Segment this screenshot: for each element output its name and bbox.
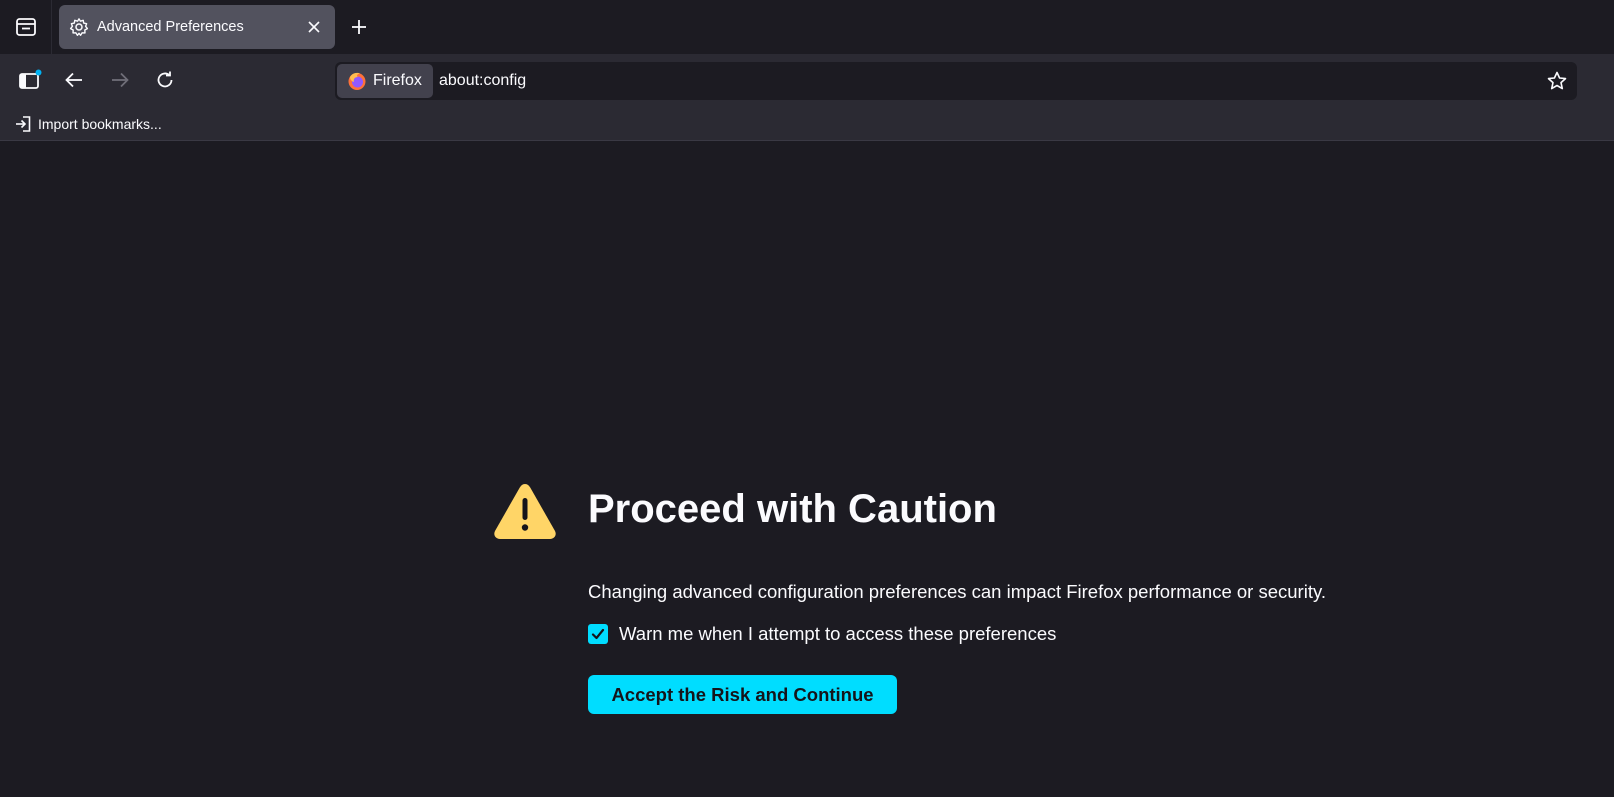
tab-overview-button[interactable] — [0, 0, 52, 54]
tab-overview-icon — [15, 18, 36, 36]
reload-button[interactable] — [151, 66, 179, 94]
close-icon — [308, 21, 320, 33]
identity-label: Firefox — [373, 72, 422, 89]
tab-close-button[interactable] — [303, 16, 325, 38]
navigation-toolbar: Firefox about:config — [0, 54, 1614, 106]
page-content: Proceed with Caution Changing advanced c… — [0, 141, 1614, 797]
accept-risk-button[interactable]: Accept the Risk and Continue — [588, 675, 897, 714]
warn-checkbox-row[interactable]: Warn me when I attempt to access these p… — [588, 623, 1056, 645]
sidebar-icon — [19, 69, 42, 89]
forward-button[interactable] — [106, 66, 134, 94]
identity-box[interactable]: Firefox — [337, 64, 433, 98]
sidebar-toggle-button[interactable] — [16, 66, 44, 94]
arrow-left-icon — [65, 72, 82, 88]
new-tab-button[interactable] — [346, 14, 372, 40]
import-bookmarks-label: Import bookmarks... — [38, 116, 162, 132]
import-bookmarks-button[interactable]: Import bookmarks... — [14, 114, 162, 134]
tab-bar: Advanced Preferences — [0, 0, 1614, 54]
import-icon — [16, 116, 31, 132]
star-icon — [1547, 71, 1567, 90]
warn-checkbox-label[interactable]: Warn me when I attempt to access these p… — [619, 623, 1056, 645]
tab-title: Advanced Preferences — [97, 19, 244, 35]
reload-icon — [157, 71, 173, 88]
url-bar[interactable]: Firefox about:config — [335, 62, 1577, 100]
bookmarks-toolbar: Import bookmarks... — [0, 106, 1614, 141]
warn-checkbox[interactable] — [588, 624, 608, 644]
page-title: Proceed with Caution — [588, 487, 997, 531]
bookmark-star-button[interactable] — [1543, 67, 1571, 95]
checkmark-icon — [591, 628, 605, 640]
firefox-logo-icon — [348, 72, 366, 90]
plus-icon — [352, 20, 366, 34]
warning-description: Changing advanced configuration preferen… — [588, 581, 1326, 602]
back-button[interactable] — [60, 66, 88, 94]
tab-advanced-preferences[interactable]: Advanced Preferences — [59, 5, 335, 49]
warning-icon — [494, 484, 556, 539]
arrow-right-icon — [112, 72, 129, 88]
url-text[interactable]: about:config — [439, 72, 526, 90]
gear-icon — [69, 18, 89, 36]
